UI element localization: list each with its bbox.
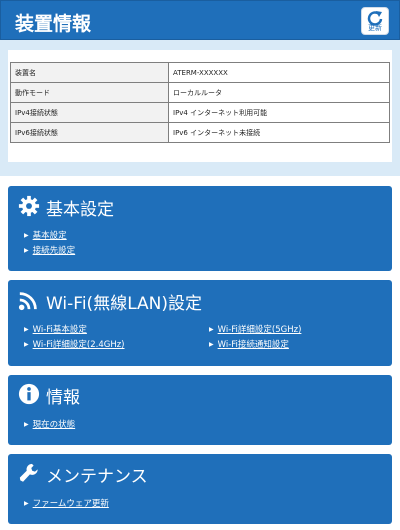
page-title: 装置情報 — [15, 13, 92, 35]
ipv6-status-value: IPv6 インターネット未接続 — [168, 122, 390, 143]
device-info-area: 装置名 ATERM-XXXXXX 動作モード ローカルルータ IPv4接続状態 … — [0, 40, 400, 176]
wifi-basic-settings-link[interactable]: ▶ Wi-Fi基本設定 — [24, 323, 87, 335]
table-row: IPv6接続状態 IPv6 インターネット未接続 — [10, 122, 390, 143]
maintenance-panel: メンテナンス ▶ ファームウェア更新 — [8, 454, 392, 524]
wifi-connection-notify-link[interactable]: ▶ Wi-Fi接続通知設定 — [209, 338, 289, 350]
wifi-settings-panel: Wi-Fi(無線LAN)設定 ▶ Wi-Fi基本設定 ▶ Wi-Fi詳細設定(2.4… — [8, 280, 392, 366]
basic-settings-panel: 基本設定 ▶ 基本設定 ▶ 接続先設定 — [8, 186, 392, 271]
device-info-table: 装置名 ATERM-XXXXXX 動作モード ローカルルータ IPv4接続状態 … — [10, 62, 390, 143]
info-icon — [18, 383, 40, 405]
basic-settings-title: 基本設定 — [46, 200, 114, 220]
arrow-right-icon: ▶ — [209, 341, 214, 348]
page-header: 装置情報 更新 — [0, 0, 400, 40]
refresh-label: 更新 — [368, 24, 382, 32]
ipv6-status-key: IPv6接続状態 — [10, 122, 169, 143]
arrow-right-icon: ▶ — [209, 326, 214, 333]
arrow-right-icon: ▶ — [24, 500, 29, 507]
table-row: IPv4接続状態 IPv4 インターネット利用可能 — [10, 102, 390, 123]
wifi-detail-24ghz-link[interactable]: ▶ Wi-Fi詳細設定(2.4GHz) — [24, 338, 125, 350]
maintenance-title: メンテナンス — [46, 467, 148, 487]
wrench-icon — [19, 463, 38, 482]
table-row: 装置名 ATERM-XXXXXX — [10, 62, 390, 83]
basic-settings-link[interactable]: ▶ 基本設定 — [24, 229, 67, 241]
ipv4-status-value: IPv4 インターネット利用可能 — [168, 102, 390, 123]
operation-mode-key: 動作モード — [10, 82, 169, 103]
ipv4-status-key: IPv4接続状態 — [10, 102, 169, 123]
info-panel: 情報 ▶ 現在の状態 — [8, 375, 392, 445]
refresh-button[interactable]: 更新 — [361, 7, 389, 35]
wifi-detail-5ghz-link[interactable]: ▶ Wi-Fi詳細設定(5GHz) — [209, 323, 301, 335]
info-title: 情報 — [46, 388, 80, 408]
arrow-right-icon: ▶ — [24, 326, 29, 333]
current-status-link[interactable]: ▶ 現在の状態 — [24, 418, 75, 430]
device-name-value: ATERM-XXXXXX — [168, 62, 390, 83]
wifi-icon — [18, 292, 37, 311]
table-row: 動作モード ローカルルータ — [10, 82, 390, 103]
wifi-settings-title: Wi-Fi(無線LAN)設定 — [46, 294, 203, 314]
gear-icon — [18, 195, 40, 217]
device-name-key: 装置名 — [10, 62, 169, 83]
operation-mode-value: ローカルルータ — [168, 82, 390, 103]
arrow-right-icon: ▶ — [24, 247, 29, 254]
firmware-update-link[interactable]: ▶ ファームウェア更新 — [24, 497, 109, 509]
arrow-right-icon: ▶ — [24, 421, 29, 428]
arrow-right-icon: ▶ — [24, 341, 29, 348]
arrow-right-icon: ▶ — [24, 232, 29, 239]
connection-settings-link[interactable]: ▶ 接続先設定 — [24, 244, 75, 256]
device-info-box: 装置名 ATERM-XXXXXX 動作モード ローカルルータ IPv4接続状態 … — [8, 50, 392, 162]
